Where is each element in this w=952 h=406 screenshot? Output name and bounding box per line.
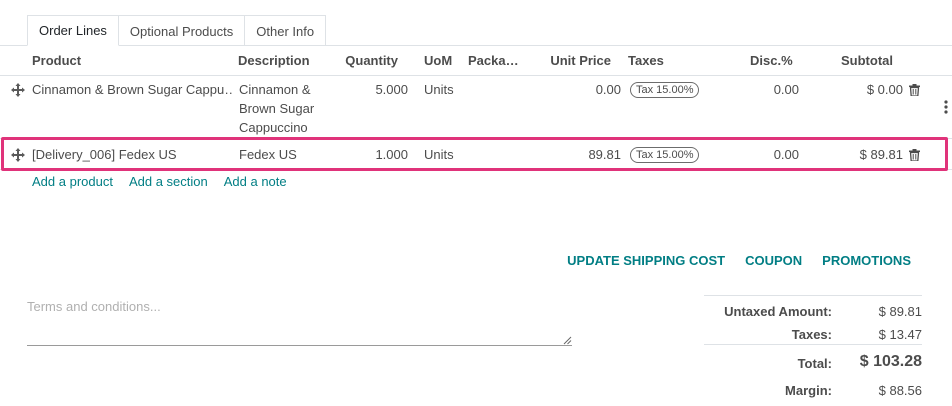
margin-label: Margin: (785, 383, 832, 398)
order-totals: Untaxed Amount: $ 89.81 Taxes: $ 13.47 T… (704, 295, 922, 398)
product-cell[interactable]: Cinnamon & Brown Sugar Cappu… (32, 82, 232, 97)
column-header-product[interactable]: Product (32, 46, 232, 76)
drag-handle-icon[interactable] (11, 83, 25, 97)
tab-other-info[interactable]: Other Info (244, 15, 327, 46)
totals-row-total: Total: $ 103.28 (704, 353, 922, 376)
untaxed-amount-label: Untaxed Amount: (724, 304, 832, 319)
totals-row-untaxed: Untaxed Amount: $ 89.81 (704, 304, 922, 324)
trash-icon[interactable] (909, 149, 920, 161)
table-row[interactable]: Cinnamon & Brown Sugar Cappu… Cinnamon &… (0, 77, 952, 139)
taxes-label: Taxes: (791, 327, 832, 342)
table-row[interactable]: [Delivery_006] Fedex US Fedex US 1.000 U… (0, 140, 952, 170)
promotions-button[interactable]: PROMOTIONS (822, 253, 911, 268)
description-line: Cinnamon & (239, 82, 311, 97)
taxes-value: $ 13.47 (878, 327, 922, 342)
add-section-link[interactable]: Add a section (129, 174, 208, 189)
tax-tag[interactable]: Tax 15.00% (630, 147, 700, 163)
add-product-link[interactable]: Add a product (32, 174, 113, 189)
add-line-links: Add a product Add a section Add a note (32, 174, 303, 189)
column-header-description[interactable]: Description (238, 46, 338, 76)
column-header-quantity[interactable]: Quantity (330, 46, 398, 76)
description-line: Cappuccino (239, 120, 308, 135)
tab-order-lines[interactable]: Order Lines (27, 15, 119, 46)
unit-price-cell[interactable]: 89.81 (540, 147, 621, 162)
notebook-tabs: Order Lines Optional Products Other Info (27, 15, 327, 46)
total-label: Total: (797, 356, 832, 371)
description-cell[interactable]: Fedex US (239, 147, 334, 162)
untaxed-amount-value: $ 89.81 (878, 304, 922, 319)
drag-handle-icon[interactable] (11, 148, 25, 162)
description-cell[interactable]: Cinnamon & Brown Sugar Cappuccino (239, 80, 334, 137)
unit-price-cell[interactable]: 0.00 (540, 82, 621, 97)
column-header-unit-price[interactable]: Unit Price (530, 46, 611, 76)
margin-value: $ 88.56 (878, 383, 922, 398)
column-header-packaging[interactable]: Packa… (468, 46, 520, 76)
add-note-link[interactable]: Add a note (224, 174, 287, 189)
terms-and-conditions-input[interactable] (27, 294, 572, 346)
order-lines-header: Product Description Quantity UoM Packa… … (0, 46, 952, 114)
column-header-taxes[interactable]: Taxes (628, 46, 688, 76)
column-header-uom[interactable]: UoM (424, 46, 464, 76)
resize-grip-icon[interactable] (563, 336, 572, 345)
trash-icon[interactable] (909, 84, 920, 96)
product-cell[interactable]: [Delivery_006] Fedex US (32, 147, 232, 162)
totals-row-margin: Margin: $ 88.56 (704, 383, 922, 403)
uom-cell[interactable]: Units (424, 82, 464, 97)
order-actions: UPDATE SHIPPING COST COUPON PROMOTIONS (547, 253, 911, 268)
column-header-discount[interactable]: Disc.% (750, 46, 800, 76)
tax-tag[interactable]: Tax 15.00% (630, 82, 700, 98)
tab-optional-products[interactable]: Optional Products (117, 15, 246, 46)
total-value: $ 103.28 (859, 353, 922, 370)
coupon-button[interactable]: COUPON (745, 253, 802, 268)
totals-separator (704, 344, 922, 345)
update-shipping-cost-button[interactable]: UPDATE SHIPPING COST (567, 253, 725, 268)
subtotal-cell: $ 0.00 (866, 82, 903, 97)
discount-cell[interactable]: 0.00 (740, 147, 799, 162)
quantity-cell[interactable]: 1.000 (340, 147, 408, 162)
uom-cell[interactable]: Units (424, 147, 464, 162)
subtotal-cell: $ 89.81 (859, 147, 903, 162)
description-line: Brown Sugar (239, 101, 315, 116)
discount-cell[interactable]: 0.00 (740, 82, 799, 97)
quantity-cell[interactable]: 5.000 (340, 82, 408, 97)
column-header-subtotal[interactable]: Subtotal (820, 46, 893, 76)
